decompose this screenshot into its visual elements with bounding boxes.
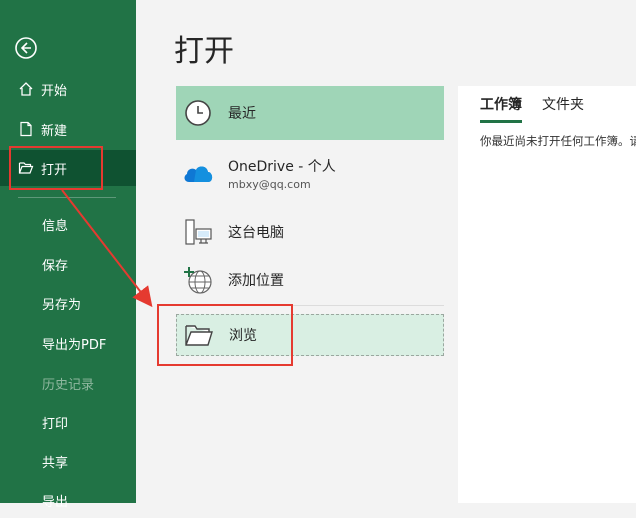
location-add-place[interactable]: 添加位置 <box>176 262 444 298</box>
location-onedrive[interactable]: OneDrive - 个人 mbxy@qq.com <box>176 152 444 194</box>
location-label: 添加位置 <box>228 273 284 289</box>
sidebar-item-export-pdf[interactable]: 导出为PDF <box>0 325 136 361</box>
sidebar-item-label: 新建 <box>41 123 68 139</box>
backstage-sidebar: 开始 新建 打开 信息 保存 另存为 导出为PDF 历史记录 打印 共享 导出 <box>0 0 136 510</box>
home-icon <box>18 81 34 97</box>
computer-icon <box>182 216 214 248</box>
sidebar-item-label: 导出为PDF <box>42 337 107 353</box>
location-label: 最近 <box>228 106 256 122</box>
page-title: 打开 <box>174 34 234 69</box>
sidebar-item-open[interactable]: 打开 <box>0 150 136 186</box>
sidebar-item-share[interactable]: 共享 <box>0 443 136 479</box>
sidebar-item-label: 共享 <box>42 455 69 471</box>
sidebar-item-label: 历史记录 <box>42 377 95 393</box>
location-label: 浏览 <box>229 328 257 344</box>
open-folder-icon <box>18 160 34 176</box>
location-label: 这台电脑 <box>228 225 284 241</box>
sidebar-item-label: 打开 <box>41 162 68 178</box>
sidebar-item-label: 另存为 <box>42 297 82 313</box>
sidebar-item-label: 信息 <box>42 218 69 234</box>
sidebar-item-new[interactable]: 新建 <box>0 111 136 147</box>
location-this-pc[interactable]: 这台电脑 <box>176 214 444 250</box>
sidebar-item-label: 导出 <box>42 494 69 510</box>
location-browse[interactable]: 浏览 <box>176 314 444 356</box>
location-label: OneDrive - 个人 <box>228 158 336 175</box>
empty-recent-message: 你最近尚未打开任何工作簿。请 <box>480 134 636 148</box>
sidebar-item-history: 历史记录 <box>0 365 136 401</box>
folder-icon <box>183 319 215 351</box>
sidebar-item-print[interactable]: 打印 <box>0 404 136 440</box>
tab-workbooks[interactable]: 工作簿 <box>480 94 522 123</box>
back-arrow-icon[interactable] <box>14 36 38 60</box>
sidebar-item-home[interactable]: 开始 <box>0 71 136 107</box>
sidebar-item-info[interactable]: 信息 <box>0 206 136 242</box>
sidebar-item-export[interactable]: 导出 <box>0 482 136 518</box>
clock-icon <box>182 97 214 129</box>
locations-divider <box>176 305 444 306</box>
location-account: mbxy@qq.com <box>228 177 311 191</box>
sidebar-item-label: 保存 <box>42 258 69 274</box>
onedrive-cloud-icon <box>182 157 214 189</box>
recent-tabs: 工作簿 文件夹 <box>480 94 584 123</box>
sidebar-item-save-as[interactable]: 另存为 <box>0 285 136 321</box>
sidebar-divider <box>18 197 116 198</box>
new-document-icon <box>18 121 34 137</box>
sidebar-item-label: 打印 <box>42 416 69 432</box>
location-recent[interactable]: 最近 <box>176 86 444 140</box>
tab-folders[interactable]: 文件夹 <box>542 94 584 123</box>
add-globe-icon <box>182 264 214 296</box>
sidebar-item-save[interactable]: 保存 <box>0 246 136 282</box>
sidebar-item-label: 开始 <box>41 83 68 99</box>
